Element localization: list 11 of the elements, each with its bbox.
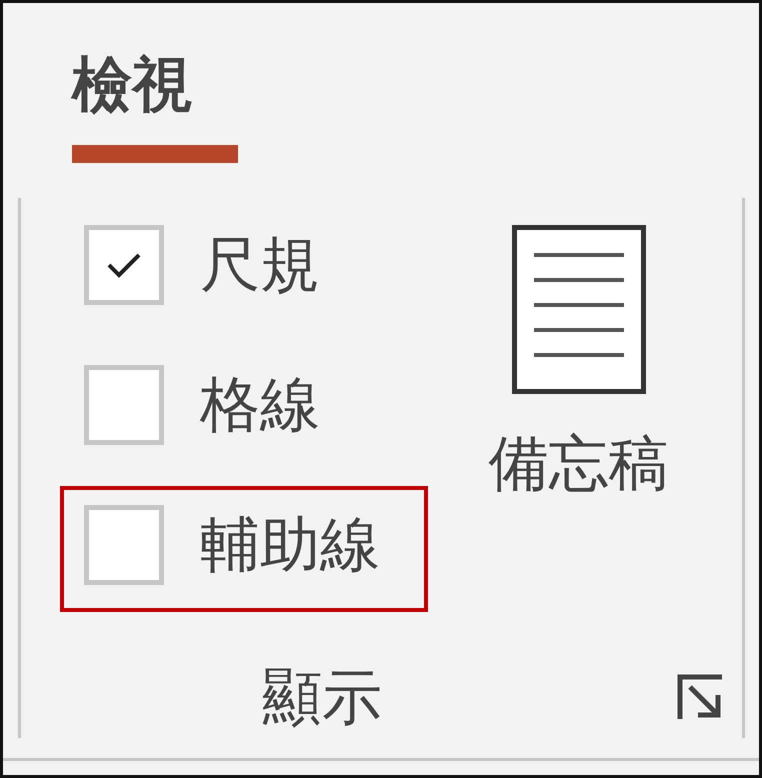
view-tab[interactable]: 檢視 (72, 48, 238, 163)
checkbox-label[interactable]: 輔助線 (200, 505, 380, 585)
group-label: 顯示 (262, 662, 382, 734)
checkbox-label[interactable]: 格線 (200, 365, 320, 445)
notes-button[interactable]: 備忘稿 (466, 198, 691, 585)
checkbox[interactable] (84, 505, 164, 585)
checkbox-label[interactable]: 尺規 (200, 225, 320, 305)
checkbox[interactable] (84, 365, 164, 445)
checkmark-icon (106, 251, 142, 279)
checkbox[interactable] (84, 225, 164, 305)
notes-page-icon (512, 225, 646, 394)
